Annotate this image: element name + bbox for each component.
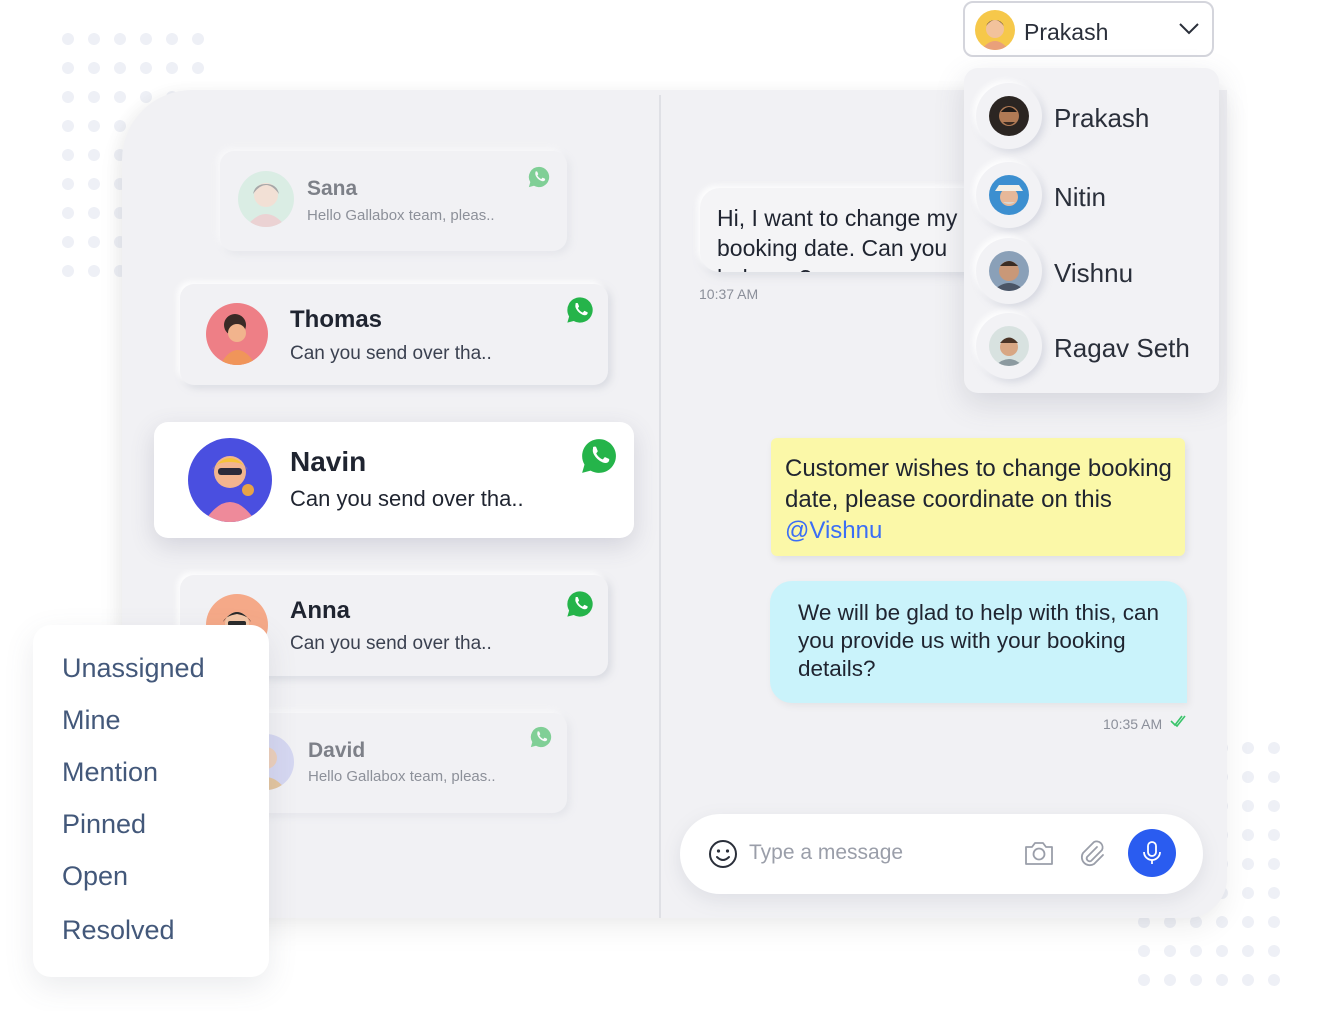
- avatar: [238, 171, 294, 227]
- conversation-name: Thomas: [290, 306, 383, 333]
- avatar: [989, 175, 1029, 215]
- filter-unassigned[interactable]: Unassigned: [62, 653, 205, 684]
- conversation-item-navin[interactable]: Navin Can you send over tha..: [154, 422, 634, 538]
- avatar: [989, 251, 1029, 291]
- filter-open[interactable]: Open: [62, 861, 128, 892]
- whatsapp-icon: [567, 591, 593, 617]
- outgoing-message-text: We will be glad to help with this, can y…: [798, 600, 1160, 681]
- agent-option-nitin[interactable]: Nitin: [976, 162, 1216, 228]
- conversation-preview: Hello Gallabox team, pleas..: [308, 768, 496, 785]
- incoming-message-time: 10:37 AM: [699, 286, 759, 302]
- camera-icon[interactable]: [1023, 838, 1055, 868]
- conversation-item-sana[interactable]: Sana Hello Gallabox team, pleas..: [220, 151, 567, 251]
- agent-dropdown-menu: Prakash Nitin Vishnu Ragav Seth: [964, 68, 1219, 393]
- agent-option-vishnu[interactable]: Vishnu: [976, 238, 1216, 304]
- conversation-name: Sana: [307, 177, 358, 200]
- filter-mine[interactable]: Mine: [62, 705, 121, 736]
- conversation-name: Navin: [290, 446, 367, 477]
- filter-resolved[interactable]: Resolved: [62, 915, 175, 946]
- internal-note-body: Customer wishes to change booking date, …: [785, 455, 1172, 513]
- incoming-message-bubble: Hi, I want to change my booking date. Ca…: [700, 188, 1000, 272]
- message-input[interactable]: [749, 838, 999, 868]
- smiley-icon[interactable]: [708, 839, 738, 869]
- conversation-preview: Can you send over tha..: [290, 486, 524, 511]
- microphone-button[interactable]: [1128, 829, 1176, 877]
- avatar: [989, 96, 1029, 136]
- conversation-item-thomas[interactable]: Thomas Can you send over tha..: [180, 284, 608, 385]
- outgoing-message-time: 10:35 AM: [1103, 716, 1163, 732]
- conversation-preview: Hello Gallabox team, pleas..: [307, 207, 495, 224]
- agent-name: Nitin: [1054, 182, 1107, 212]
- agent-name: Ragav Seth: [1054, 333, 1190, 363]
- whatsapp-icon: [582, 439, 616, 473]
- mention-tag[interactable]: @Vishnu: [785, 517, 882, 544]
- conversation-preview: Can you send over tha..: [290, 343, 492, 364]
- avatar: [188, 438, 272, 522]
- conversation-item-david[interactable]: David Hello Gallabox team, pleas..: [220, 713, 567, 813]
- whatsapp-icon: [567, 297, 593, 323]
- agent-select-dropdown[interactable]: Prakash: [963, 1, 1214, 57]
- selected-agent-label: Prakash: [1024, 19, 1109, 45]
- double-check-icon: [1170, 715, 1186, 728]
- panel-divider: [659, 95, 661, 918]
- internal-note-text: Customer wishes to change booking date, …: [785, 453, 1175, 546]
- conversation-name: David: [308, 739, 366, 762]
- agent-name: Prakash: [1054, 103, 1150, 133]
- filter-mention[interactable]: Mention: [62, 757, 158, 788]
- avatar: [989, 326, 1029, 366]
- conversation-name: Anna: [290, 597, 350, 624]
- paperclip-icon[interactable]: [1076, 838, 1106, 870]
- agent-option-ragav-seth[interactable]: Ragav Seth: [976, 313, 1216, 379]
- incoming-message-text: Hi, I want to change my booking date. Ca…: [717, 205, 958, 272]
- agent-option-prakash[interactable]: Prakash: [976, 83, 1216, 149]
- agent-name: Vishnu: [1054, 258, 1134, 288]
- message-composer: [680, 814, 1203, 894]
- microphone-icon: [1143, 841, 1161, 864]
- chevron-down-icon: [1179, 23, 1199, 35]
- whatsapp-icon: [530, 726, 552, 748]
- avatar: [206, 303, 268, 365]
- internal-note-bubble: Customer wishes to change booking date, …: [771, 438, 1185, 556]
- filter-pinned[interactable]: Pinned: [62, 809, 146, 840]
- avatar: [975, 10, 1015, 50]
- whatsapp-icon: [528, 166, 550, 188]
- conversation-filter-menu: Unassigned Mine Mention Pinned Open Reso…: [33, 625, 269, 977]
- outgoing-message-bubble: We will be glad to help with this, can y…: [770, 581, 1187, 703]
- conversation-preview: Can you send over tha..: [290, 633, 492, 654]
